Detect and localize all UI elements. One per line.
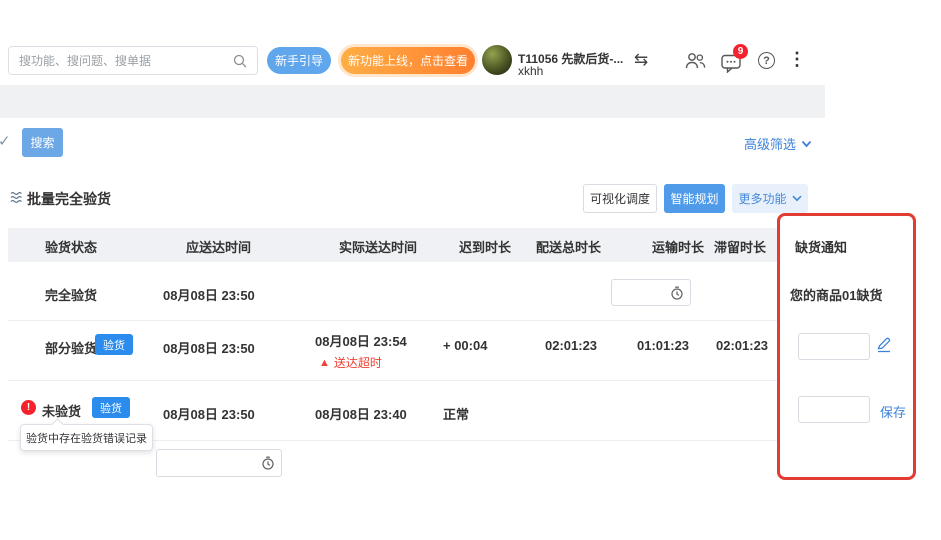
newbie-guide-button[interactable]: 新手引导 <box>267 47 331 74</box>
inspection-error-tooltip: 验货中存在验货错误记录 <box>20 424 153 451</box>
clock-icon[interactable] <box>670 286 684 300</box>
row1-transport-time-input-box <box>611 279 691 306</box>
users-icon[interactable] <box>685 52 706 69</box>
row2-status: 部分验货 <box>45 338 97 357</box>
save-link[interactable]: 保存 <box>880 402 906 421</box>
row2-overtime-warning: ▲ 送达超时 <box>319 354 382 371</box>
row2-total-duration: 02:01:23 <box>545 338 597 353</box>
row3-late-status: 正常 <box>443 404 469 423</box>
chevron-down-icon <box>801 140 812 148</box>
col-header-actual: 实际送达时间 <box>339 237 417 256</box>
col-header-retention: 滞留时长 <box>714 237 766 256</box>
row1-stockout-notice: 您的商品01缺货 <box>790 285 882 304</box>
avatar[interactable] <box>482 45 512 75</box>
row1-expected: 08月08日 23:50 <box>163 285 255 304</box>
global-search-box[interactable] <box>8 46 258 75</box>
toolbar-strip <box>0 85 825 118</box>
col-header-status: 验货状态 <box>45 237 97 256</box>
warning-triangle-icon: ▲ <box>319 357 330 369</box>
smart-planning-button[interactable]: 智能规划 <box>664 184 725 213</box>
help-icon[interactable]: ? <box>758 52 775 69</box>
expected-time-input[interactable] <box>163 456 257 470</box>
col-header-expected: 应送达时间 <box>186 237 251 256</box>
row3-notice-input[interactable] <box>798 396 870 423</box>
search-icon[interactable] <box>233 54 247 68</box>
global-search-input[interactable] <box>19 54 227 68</box>
error-icon: ! <box>21 400 36 415</box>
switch-account-icon[interactable]: ⇆ <box>634 50 648 70</box>
clock-icon[interactable] <box>261 456 275 470</box>
message-count-badge: 9 <box>733 44 748 59</box>
batch-section-icon <box>10 191 24 209</box>
more-features-label: 更多功能 <box>738 190 786 207</box>
row2-warning-label: 送达超时 <box>334 354 382 371</box>
row2-late-duration: + 00:04 <box>443 338 487 353</box>
row1-status: 完全验货 <box>45 285 97 304</box>
advanced-filter-link[interactable]: 高级筛选 <box>744 134 812 153</box>
visual-dispatch-button[interactable]: 可视化调度 <box>583 184 657 213</box>
check-icon: ✓ <box>0 132 11 150</box>
more-features-button[interactable]: 更多功能 <box>732 184 808 213</box>
row2-notice-input[interactable] <box>798 333 870 360</box>
search-button[interactable]: 搜索 <box>22 128 63 157</box>
row3-expected: 08月08日 23:50 <box>163 404 255 423</box>
account-id: xkhh <box>518 64 543 78</box>
row2-expected: 08月08日 23:50 <box>163 338 255 357</box>
advanced-filter-label: 高级筛选 <box>744 134 796 153</box>
row3-inspect-button[interactable]: 验货 <box>92 397 130 418</box>
col-header-transport: 运输时长 <box>652 237 704 256</box>
row2-inspect-button[interactable]: 验货 <box>95 334 133 355</box>
edit-pencil-icon[interactable] <box>876 337 892 353</box>
expected-time-input-box <box>156 449 282 477</box>
row2-retention-duration: 02:01:23 <box>716 338 768 353</box>
col-header-late: 迟到时长 <box>459 237 511 256</box>
overflow-menu-icon[interactable]: ⋮ <box>788 49 806 70</box>
row3-actual: 08月08日 23:40 <box>315 404 407 423</box>
col-header-total: 配送总时长 <box>536 237 601 256</box>
row1-transport-time-input[interactable] <box>618 286 666 300</box>
chevron-down-icon <box>792 195 802 202</box>
app-page: 新手引导 新功能上线，点击查看 T11056 先款后货-... xkhh ⇆ 9… <box>0 0 941 540</box>
new-feature-button[interactable]: 新功能上线，点击查看 <box>341 47 475 74</box>
row2-actual: 08月08日 23:54 <box>315 331 407 350</box>
col-header-notice: 缺货通知 <box>795 237 847 256</box>
row-divider <box>8 380 779 381</box>
section-title: 批量完全验货 <box>27 189 111 209</box>
row2-transport-duration: 01:01:23 <box>637 338 689 353</box>
row-divider <box>8 320 779 321</box>
row3-status: 未验货 <box>42 401 81 420</box>
